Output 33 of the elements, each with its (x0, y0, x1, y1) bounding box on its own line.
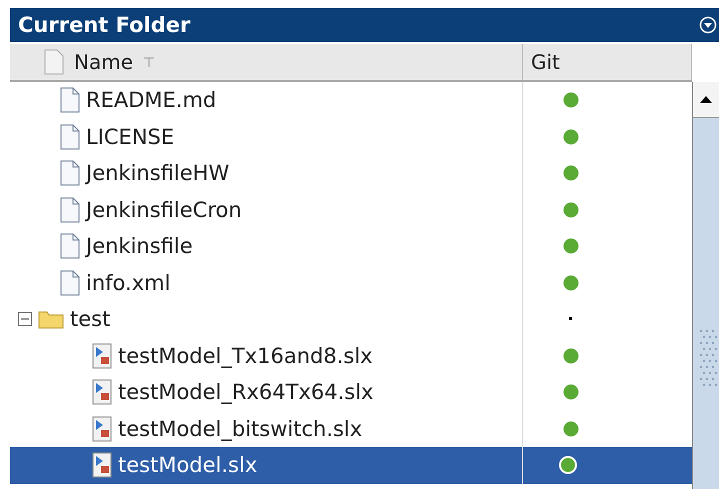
file-name: LICENSE (86, 124, 174, 149)
collapse-icon[interactable] (18, 312, 32, 326)
model-file-icon (92, 379, 112, 406)
panel-title: Current Folder (18, 13, 190, 37)
folder-icon (38, 309, 64, 330)
file-row[interactable]: testModel.slx (10, 447, 692, 484)
file-name: README.md (86, 88, 216, 112)
document-icon (60, 270, 80, 296)
document-icon (60, 196, 80, 223)
document-icon (60, 233, 80, 260)
column-header[interactable]: Name (74, 50, 134, 74)
file-name: JenkinsfileHW (86, 161, 230, 186)
document-icon (60, 160, 80, 186)
scrollbar[interactable] (692, 82, 719, 489)
file-name: testModel_bitswitch.slx (118, 416, 362, 441)
document-icon (44, 49, 64, 75)
file-name: testModel_Rx64Tx64.slx (118, 380, 374, 404)
grip-icon[interactable] (698, 328, 718, 388)
file-name: JenkinsfileCron (86, 198, 242, 222)
file-name: testModel_Tx16and8.slx (118, 344, 373, 368)
dropdown-icon[interactable] (699, 16, 717, 34)
file-name: testModel.slx (118, 453, 258, 478)
scroll-up-button[interactable] (693, 82, 719, 118)
model-file-icon (92, 452, 112, 478)
document-icon (60, 124, 80, 150)
file-name: Jenkinsfile (86, 234, 193, 258)
file-name: info.xml (86, 270, 170, 295)
model-file-icon (92, 342, 112, 369)
model-file-icon (92, 416, 112, 442)
column-header[interactable]: Git (531, 50, 560, 74)
document-icon (60, 87, 80, 114)
up-arrow-icon (700, 96, 712, 103)
file-name: test (70, 307, 110, 332)
